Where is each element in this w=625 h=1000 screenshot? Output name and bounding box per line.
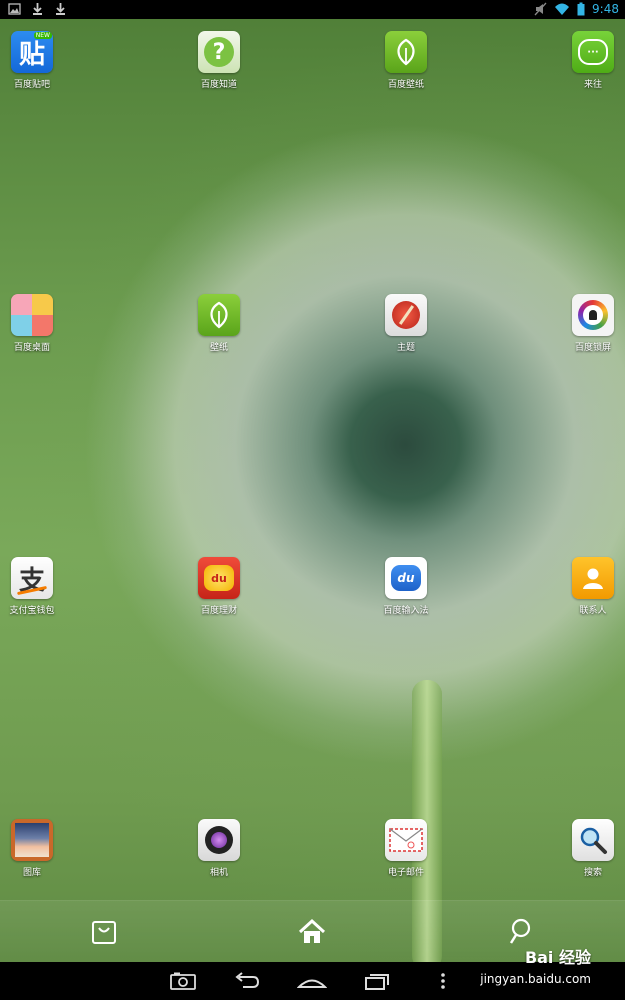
app-label: 联系人 [579, 606, 607, 616]
envelope-glyph [389, 828, 423, 852]
question-glyph: ? [212, 39, 226, 65]
recent-apps-icon[interactable] [363, 970, 393, 992]
app-baidu-desktop[interactable]: 百度桌面 [0, 294, 77, 353]
system-status-icons: 9:48 [534, 1, 619, 17]
battery-icon [577, 2, 585, 16]
gallery-icon [11, 819, 53, 861]
app-label: 来往 [583, 80, 602, 90]
app-baidu-input-method[interactable]: du 百度输入法 [361, 557, 451, 616]
leaf-glyph [210, 301, 228, 329]
wallpaper [0, 0, 625, 1000]
app-label: 百度理财 [200, 606, 237, 616]
app-label: 百度输入法 [383, 606, 429, 616]
lockscreen-icon [572, 294, 614, 336]
search-icon[interactable] [506, 917, 536, 947]
app-label: 百度桌面 [13, 343, 50, 353]
app-label: 支付宝钱包 [9, 606, 55, 616]
download-icon [56, 3, 65, 15]
app-gallery[interactable]: 图库 [0, 819, 77, 878]
app-label: 百度壁纸 [387, 80, 424, 90]
notification-icons [8, 2, 67, 16]
contacts-icon [572, 557, 614, 599]
camera-icon [198, 819, 240, 861]
app-baidu-lockscreen[interactable]: 百度锁屏 [548, 294, 625, 353]
baidu-desktop-icon [11, 294, 53, 336]
leaf-glyph [397, 38, 415, 66]
home-icon[interactable] [297, 917, 327, 947]
laiwang-chat-icon: ··· [572, 31, 614, 73]
app-label: 图库 [22, 868, 41, 878]
magnifier-glyph [580, 827, 607, 854]
back-icon[interactable] [231, 970, 261, 992]
alipay-icon: 支 [11, 557, 53, 599]
app-baidu-wallpaper[interactable]: 百度壁纸 [361, 31, 451, 90]
screenshot-icon[interactable] [168, 970, 198, 992]
app-label: 百度贴吧 [13, 80, 50, 90]
wallpaper-leaf-icon [385, 31, 427, 73]
app-theme[interactable]: 主题 [361, 294, 451, 353]
app-baidu-finance[interactable]: du 百度理财 [174, 557, 264, 616]
app-baidu-zhidao[interactable]: ? 百度知道 [174, 31, 264, 90]
store-bag-icon[interactable] [89, 917, 119, 947]
wallpaper-icon [198, 294, 240, 336]
status-bar: 9:48 [0, 0, 625, 19]
app-alipay-wallet[interactable]: 支 支付宝钱包 [0, 557, 77, 616]
app-camera[interactable]: 相机 [174, 819, 264, 878]
mute-icon [534, 2, 547, 16]
theme-brush-icon [385, 294, 427, 336]
app-label: 相机 [209, 868, 228, 878]
home-icon[interactable] [297, 970, 327, 992]
app-label: 搜索 [583, 868, 602, 878]
search-icon [572, 819, 614, 861]
du-glyph: du [211, 571, 227, 585]
finance-icon: du [198, 557, 240, 599]
wifi-icon [555, 3, 570, 15]
app-label: 百度知道 [200, 80, 237, 90]
watermark-brand: Bai 经验 [524, 948, 591, 967]
app-label: 电子邮件 [387, 868, 424, 878]
app-contacts[interactable]: 联系人 [548, 557, 625, 616]
watermark-url: jingyan.baidu.com [480, 972, 591, 986]
app-email[interactable]: 电子邮件 [361, 819, 451, 878]
person-glyph [583, 568, 603, 589]
tieba-icon: 贴 NEW [11, 31, 53, 73]
zhidao-icon: ? [198, 31, 240, 73]
new-badge: NEW [33, 32, 52, 39]
app-baidu-tieba[interactable]: 贴 NEW 百度贴吧 [0, 31, 77, 90]
app-wallpaper[interactable]: 壁纸 [174, 294, 264, 353]
app-label: 壁纸 [209, 343, 228, 353]
tieba-glyph: 贴 [18, 39, 45, 70]
app-laiwang[interactable]: ··· 来往 [548, 31, 625, 90]
clock: 9:48 [592, 2, 619, 16]
app-label: 主题 [396, 343, 415, 353]
image-notification-icon [8, 3, 21, 15]
download-icon [33, 3, 42, 15]
input-method-icon: du [385, 557, 427, 599]
app-search[interactable]: 搜索 [548, 819, 625, 878]
email-icon [385, 819, 427, 861]
menu-icon[interactable] [428, 970, 458, 992]
du-glyph: du [397, 571, 415, 585]
app-label: 百度锁屏 [574, 343, 611, 353]
